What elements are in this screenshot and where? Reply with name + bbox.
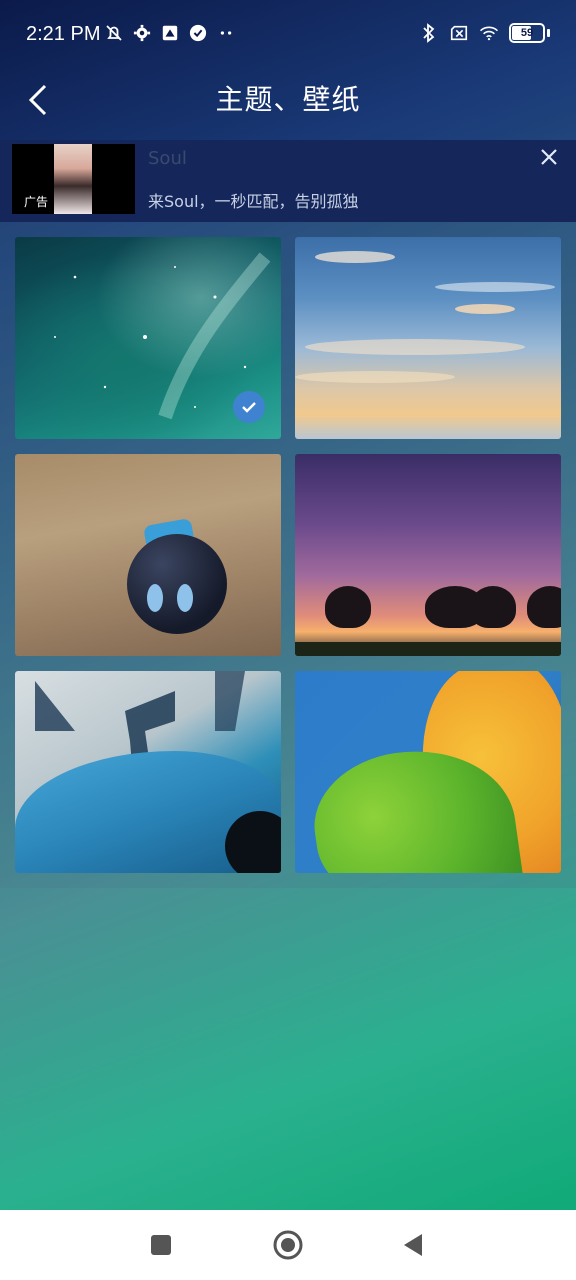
ad-person-image [54, 144, 92, 214]
home-button[interactable] [270, 1227, 306, 1263]
checkmark-icon [242, 402, 256, 413]
bomb-body [127, 534, 227, 634]
square-recents-icon [151, 1235, 171, 1255]
bomb-eye-right [177, 584, 193, 612]
tree-1 [325, 586, 371, 628]
tree-4 [527, 586, 561, 628]
wifi-icon [479, 22, 499, 44]
navigation-bar [0, 1210, 576, 1280]
circle-home-icon [273, 1230, 303, 1260]
bomb-eye-left [147, 584, 163, 612]
selected-check [233, 391, 265, 423]
more-dots-icon [216, 22, 236, 44]
ad-banner[interactable]: 广告 Soul 来Soul，一秒匹配，告别孤独 [0, 140, 576, 222]
header: 主题、壁纸 [0, 70, 576, 140]
ground [295, 642, 561, 656]
battery-level: 59 [520, 27, 534, 39]
ad-description: 来Soul，一秒匹配，告别孤独 [148, 192, 359, 211]
status-time: 2:21 PM [26, 23, 101, 45]
recents-button[interactable] [143, 1227, 179, 1263]
triangle-back-icon [404, 1234, 422, 1256]
wallpaper-sky-clouds[interactable] [295, 237, 561, 439]
tree-3 [470, 586, 516, 628]
ad-thumbnail[interactable]: 广告 [12, 144, 135, 214]
wallpaper-space-nebula[interactable] [15, 237, 281, 439]
page-title: 主题、壁纸 [215, 83, 361, 116]
mute-icon [104, 22, 124, 44]
sim-off-icon [449, 22, 469, 44]
ad-close-button[interactable] [534, 142, 564, 172]
status-icons-left [104, 22, 236, 44]
app-icon [160, 22, 180, 44]
status-bar: 2:21 PM 59 [0, 0, 576, 70]
close-icon [541, 149, 557, 165]
status-icons-right: 59 [419, 22, 550, 44]
battery-icon: 59 [509, 23, 545, 43]
wallpaper-blue-car[interactable] [15, 671, 281, 873]
wallpaper-sunset-trees[interactable] [295, 454, 561, 656]
bluetooth-icon [419, 22, 439, 44]
ad-badge: 广告 [24, 195, 49, 209]
clouds-decoration [295, 251, 555, 383]
ad-name: Soul [148, 148, 187, 169]
wallpaper-grid [0, 222, 576, 888]
battery-tip [547, 29, 550, 37]
settings-icon [132, 22, 152, 44]
wallpaper-bomb-toy[interactable] [15, 454, 281, 656]
wallpaper-green-yellow-leaves[interactable] [295, 671, 561, 873]
back-nav-button[interactable] [395, 1227, 431, 1263]
check-circle-icon [188, 22, 208, 44]
